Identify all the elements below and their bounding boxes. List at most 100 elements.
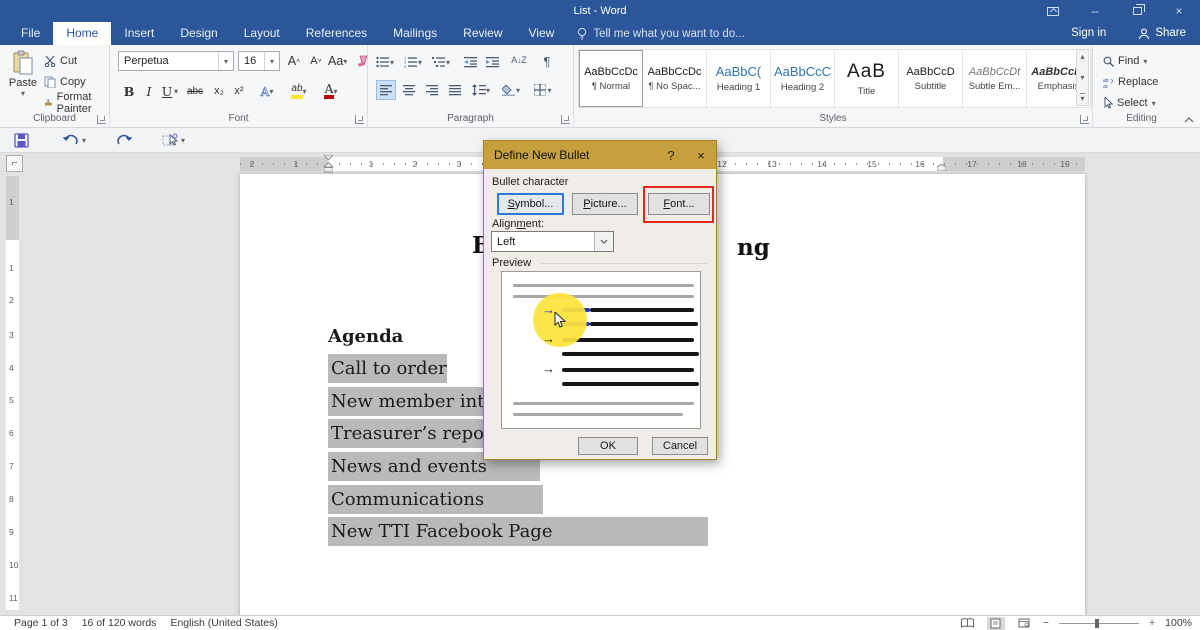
superscript-button[interactable]: x² xyxy=(230,81,248,101)
paragraph-dialog-launcher[interactable] xyxy=(561,115,570,124)
styles-scroll-down[interactable]: ▾ xyxy=(1080,73,1084,82)
collapse-ribbon-button[interactable] xyxy=(1184,117,1194,123)
symbol-button[interactable]: Symbol... xyxy=(497,193,564,215)
zoom-slider-thumb[interactable] xyxy=(1095,618,1099,628)
share-button[interactable]: Share xyxy=(1124,22,1200,45)
zoom-out-button[interactable]: − xyxy=(1043,617,1049,629)
tab-view[interactable]: View xyxy=(516,22,568,45)
clipboard-dialog-launcher[interactable] xyxy=(97,115,106,124)
tab-references[interactable]: References xyxy=(293,22,380,45)
style-heading-1[interactable]: AaBbC(Heading 1 xyxy=(707,50,771,107)
change-case-button[interactable]: Aa ▾ xyxy=(328,51,347,71)
shrink-font-button[interactable]: A ˅ xyxy=(307,51,325,71)
grow-font-button[interactable]: A ˄ xyxy=(285,51,303,71)
read-mode-button[interactable] xyxy=(959,617,977,630)
tab-mailings[interactable]: Mailings xyxy=(380,22,450,45)
restore-button[interactable] xyxy=(1116,0,1158,22)
right-indent-marker[interactable] xyxy=(937,164,946,171)
italic-button[interactable]: I xyxy=(140,81,158,101)
select-objects-button[interactable]: ▾ xyxy=(154,128,193,153)
numbering-button[interactable]: 1 2 3 ▾ xyxy=(404,52,422,72)
underline-dropdown-arrow[interactable]: ▾ xyxy=(174,87,178,96)
tab-layout[interactable]: Layout xyxy=(231,22,293,45)
undo-dropdown-arrow[interactable]: ▾ xyxy=(82,136,86,145)
style-subtle-em-[interactable]: AaBbCcDt Subtle Em... xyxy=(963,50,1027,107)
undo-button[interactable]: ▾ xyxy=(55,128,94,153)
cut-button[interactable]: Cut xyxy=(44,52,109,70)
align-center-button[interactable] xyxy=(399,80,419,100)
dialog-title-bar[interactable]: Define New Bullet ? × xyxy=(484,141,716,169)
style--no-spac-[interactable]: AaBbCcDc ¶ No Spac... xyxy=(643,50,707,107)
format-painter-button[interactable]: Format Painter xyxy=(44,91,109,115)
page-count[interactable]: Page 1 of 3 xyxy=(14,617,68,629)
borders-button[interactable]: ▾ xyxy=(534,80,552,100)
style-title[interactable]: AaB Title xyxy=(835,50,899,107)
ribbon-display-options-button[interactable] xyxy=(1032,0,1074,22)
style--normal[interactable]: AaBbCcDc ¶ Normal xyxy=(579,50,643,107)
replace-button[interactable]: ab ac Replace xyxy=(1103,73,1158,91)
multilevel-list-button[interactable]: ▾ xyxy=(432,52,450,72)
find-button[interactable]: Find ▾ xyxy=(1103,52,1147,70)
word-count[interactable]: 16 of 120 words xyxy=(82,617,157,629)
tab-file[interactable]: File xyxy=(8,22,53,45)
document-line[interactable]: Agenda xyxy=(328,322,403,351)
alignment-dropdown[interactable]: Left xyxy=(491,231,614,252)
font-name-combo[interactable]: Perpetua ▾ xyxy=(118,51,234,71)
tab-home[interactable]: Home xyxy=(53,22,112,45)
redo-button[interactable] xyxy=(108,128,140,153)
cancel-button[interactable]: Cancel xyxy=(652,437,708,455)
decrease-indent-button[interactable] xyxy=(462,52,480,72)
styles-gallery-more[interactable]: ▾ xyxy=(1080,93,1085,103)
select-objects-dropdown-arrow[interactable]: ▾ xyxy=(181,136,185,145)
strikethrough-button[interactable]: abc xyxy=(186,81,204,101)
styles-dialog-launcher[interactable] xyxy=(1080,115,1089,124)
select-button[interactable]: Select ▾ xyxy=(1103,94,1156,112)
define-new-bullet-dialog[interactable]: Define New Bullet ? × Bullet character S… xyxy=(483,140,717,460)
indent-markers[interactable] xyxy=(324,155,333,173)
document-line[interactable]: Call to order xyxy=(328,354,447,383)
style-heading-2[interactable]: AaBbCcC Heading 2 xyxy=(771,50,835,107)
text-effects-button[interactable]: A ▾ xyxy=(258,81,276,101)
language-indicator[interactable]: English (United States) xyxy=(170,617,277,629)
web-layout-button[interactable] xyxy=(1015,617,1033,630)
styles-scroll-up[interactable]: ▴ xyxy=(1080,52,1084,61)
font-color-button[interactable]: A ▾ xyxy=(322,81,340,101)
bold-button[interactable]: B xyxy=(120,81,138,101)
ok-button[interactable]: OK xyxy=(578,437,638,455)
dialog-help-button[interactable]: ? xyxy=(656,148,686,163)
save-button[interactable] xyxy=(6,128,37,153)
zoom-level[interactable]: 100% xyxy=(1165,617,1192,629)
tab-selector[interactable]: ⌐ xyxy=(6,155,23,172)
font-dialog-launcher[interactable] xyxy=(355,115,364,124)
sort-button[interactable]: A ↓ Z xyxy=(510,50,528,70)
zoom-in-button[interactable]: + xyxy=(1149,617,1155,629)
close-button[interactable]: × xyxy=(1158,0,1200,22)
print-layout-button[interactable] xyxy=(986,616,1005,630)
minimize-button[interactable]: – xyxy=(1074,0,1116,22)
tab-review[interactable]: Review xyxy=(450,22,515,45)
zoom-slider[interactable] xyxy=(1059,618,1139,628)
tell-me-box[interactable]: Tell me what you want to do... xyxy=(577,22,745,45)
vertical-ruler[interactable]: 1 1 2 3 4 5 6 7 8 9 10 11 xyxy=(6,176,19,610)
subscript-button[interactable]: x₂ xyxy=(210,81,228,101)
align-right-button[interactable] xyxy=(422,80,442,100)
sign-in-button[interactable]: Sign in xyxy=(1071,22,1106,45)
show-hide-marks-button[interactable]: ¶ xyxy=(538,51,556,71)
bullets-button[interactable]: ▾ xyxy=(376,52,394,72)
dialog-close-button[interactable]: × xyxy=(686,148,716,163)
highlight-color-button[interactable]: ab ▾ xyxy=(290,81,308,101)
tab-insert[interactable]: Insert xyxy=(111,22,167,45)
justify-button[interactable] xyxy=(445,80,465,100)
tab-design[interactable]: Design xyxy=(167,22,230,45)
copy-button[interactable]: Copy xyxy=(44,73,109,91)
picture-button[interactable]: Picture... xyxy=(572,193,638,215)
document-line[interactable]: New TTI Facebook Page xyxy=(328,517,708,546)
line-spacing-button[interactable]: ▾ xyxy=(472,80,490,100)
align-left-button[interactable] xyxy=(376,80,396,100)
font-size-combo[interactable]: 16 ▾ xyxy=(238,51,280,71)
style-subtitle[interactable]: AaBbCcD Subtitle xyxy=(899,50,963,107)
increase-indent-button[interactable] xyxy=(484,52,502,72)
shading-button[interactable]: ▾ xyxy=(502,80,520,100)
paste-button[interactable]: Paste ▾ xyxy=(6,50,40,98)
document-line[interactable]: Communications xyxy=(328,485,543,514)
